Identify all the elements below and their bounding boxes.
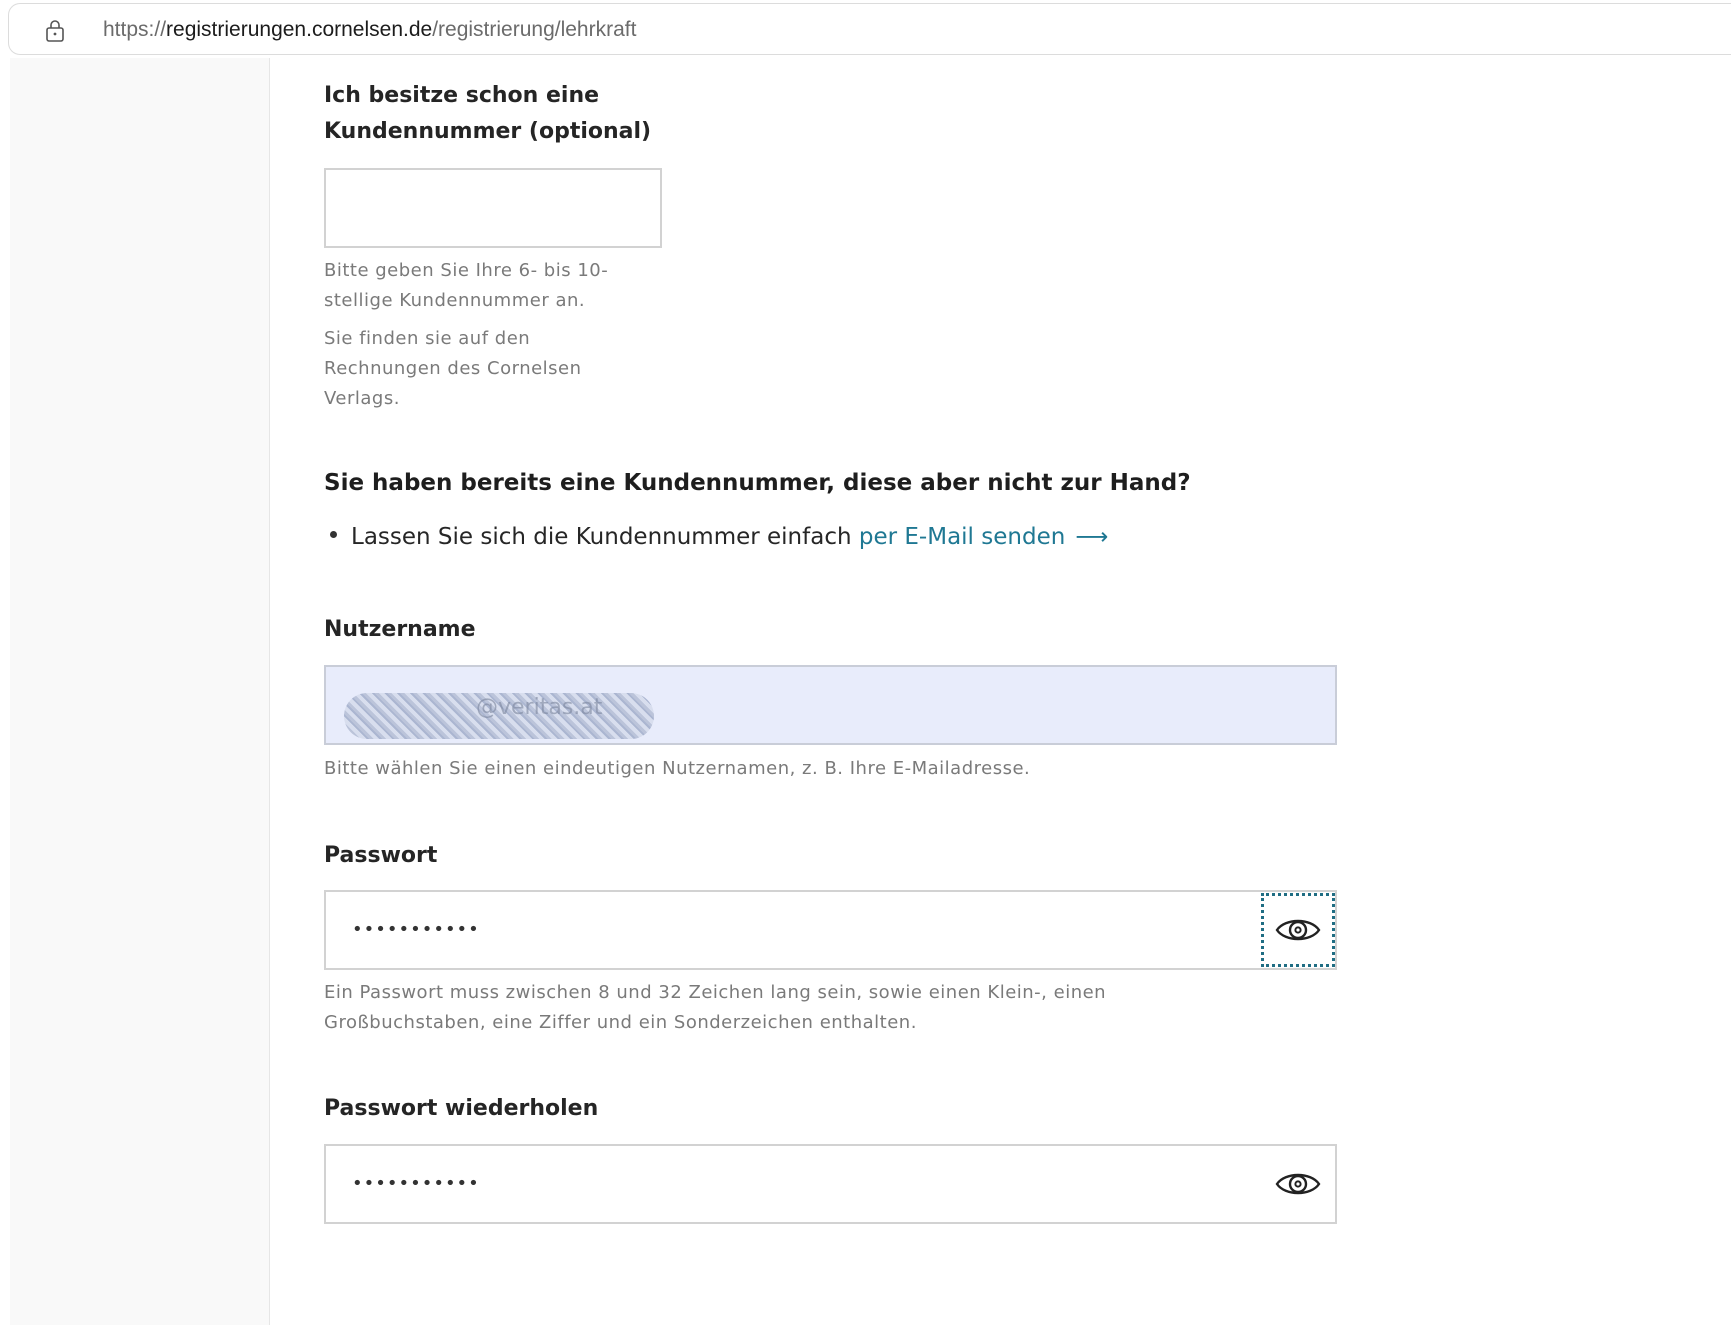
username-input[interactable]: @veritas.at (324, 665, 1337, 745)
left-sidebar-panel (10, 58, 270, 1325)
password-repeat-input[interactable]: ••••••••••• (324, 1144, 1337, 1224)
username-value-fragment: @veritas.at (476, 695, 603, 720)
username-help: Bitte wählen Sie einen eindeutigen Nutze… (324, 758, 1031, 779)
url-host: registrierungen.cornelsen.de (166, 18, 433, 41)
eye-icon (1275, 1173, 1321, 1195)
lock-icon[interactable] (43, 18, 69, 44)
password-label: Passwort (324, 843, 438, 868)
email-customer-number-hint: Lassen Sie sich die Kundennummer einfach… (330, 524, 1108, 550)
show-password-button[interactable] (1261, 893, 1335, 967)
bullet-icon (330, 531, 337, 538)
send-by-email-link[interactable]: per E-Mail senden (859, 524, 1065, 550)
password-input[interactable]: ••••••••••• (324, 890, 1337, 970)
customer-number-help: Bitte geben Sie Ihre 6- bis 10- stellige… (324, 260, 609, 409)
url-path: /registrierung/lehrkraft (432, 18, 637, 41)
customer-number-input[interactable] (324, 168, 662, 248)
password-repeat-label: Passwort wiederholen (324, 1096, 599, 1121)
customer-number-label: Ich besitze schon eine Kundennummer (opt… (324, 83, 652, 144)
password-help: Ein Passwort muss zwischen 8 und 32 Zeic… (324, 982, 1107, 1033)
arrow-right-icon[interactable]: ⟶ (1075, 524, 1108, 550)
url-text[interactable]: https://registrierungen.cornelsen.de/reg… (103, 18, 636, 42)
eye-icon (1275, 919, 1321, 941)
show-password-repeat-button[interactable] (1261, 1147, 1335, 1221)
address-bar[interactable]: https://registrierungen.cornelsen.de/reg… (8, 3, 1731, 55)
password-value: ••••••••••• (352, 919, 480, 940)
url-scheme: https:// (103, 18, 167, 41)
username-label: Nutzername (324, 617, 476, 642)
password-repeat-value: ••••••••••• (352, 1173, 480, 1194)
missing-customer-number-title: Sie haben bereits eine Kundennummer, die… (324, 470, 1191, 496)
